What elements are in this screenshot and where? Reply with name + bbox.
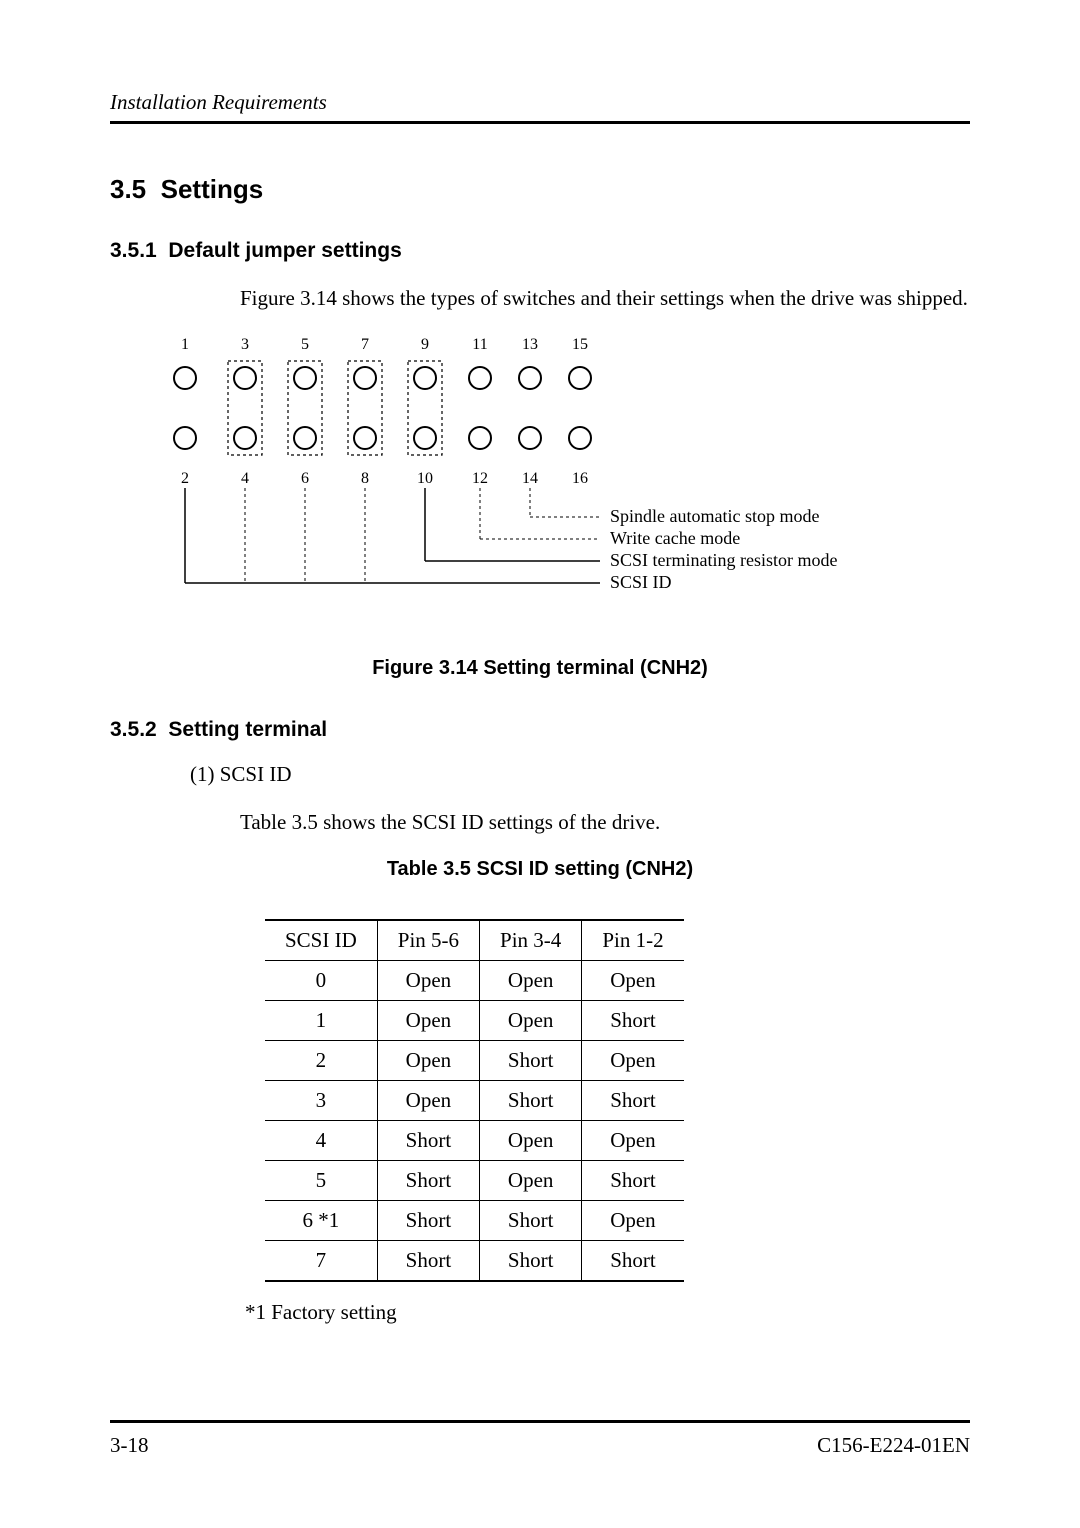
list-item: (1) SCSI ID (190, 762, 970, 787)
table-cell: Short (480, 1080, 582, 1120)
table-cell: Open (582, 1040, 684, 1080)
table-cell: Short (377, 1120, 479, 1160)
table-cell: Short (377, 1160, 479, 1200)
table-cell: 7 (265, 1240, 377, 1281)
subsection-title: Default jumper settings (168, 239, 401, 262)
pin-label: 12 (472, 470, 488, 487)
table-header-cell: Pin 1-2 (582, 920, 684, 961)
table-header-cell: Pin 3-4 (480, 920, 582, 961)
table-caption: Table 3.5 SCSI ID setting (CNH2) (110, 858, 970, 881)
pin-label: 2 (181, 470, 189, 487)
table-row: 5 Short Open Short (265, 1160, 684, 1200)
pin-label: 15 (572, 336, 588, 353)
table-cell: 1 (265, 1000, 377, 1040)
section-number: 3.5 (110, 174, 146, 204)
table-cell: 6 *1 (265, 1200, 377, 1240)
pin-label: 6 (301, 470, 309, 487)
table-row: 0 Open Open Open (265, 960, 684, 1000)
pin-label: 5 (301, 336, 309, 353)
table-cell: Open (582, 960, 684, 1000)
table-row: 2 Open Short Open (265, 1040, 684, 1080)
table-header-cell: SCSI ID (265, 920, 377, 961)
page-number: 3-18 (110, 1433, 149, 1458)
document-id: C156-E224-01EN (817, 1433, 970, 1458)
table-header-row: SCSI ID Pin 5-6 Pin 3-4 Pin 1-2 (265, 920, 684, 961)
callout-label: SCSI terminating resistor mode (610, 550, 837, 570)
subsection-number: 3.5.1 (110, 239, 157, 262)
page-footer: 3-18 C156-E224-01EN (110, 1420, 970, 1458)
table-cell: 5 (265, 1160, 377, 1200)
subsection-heading: 3.5.2 Setting terminal (110, 718, 970, 742)
section-title: Settings (161, 174, 264, 204)
pin-label: 16 (572, 470, 588, 487)
table-cell: Short (480, 1240, 582, 1281)
table-cell: 4 (265, 1120, 377, 1160)
table-header-cell: Pin 5-6 (377, 920, 479, 961)
table-cell: Short (582, 1000, 684, 1040)
table-3-5: SCSI ID Pin 5-6 Pin 3-4 Pin 1-2 0 Open O… (265, 919, 970, 1282)
pin-label: 1 (181, 336, 189, 353)
table-cell: Short (480, 1040, 582, 1080)
table-cell: Short (480, 1200, 582, 1240)
table-cell: Open (480, 1160, 582, 1200)
pin-label: 4 (241, 470, 249, 487)
pin-label: 8 (361, 470, 369, 487)
pin-label: 3 (241, 336, 249, 353)
table-cell: Open (377, 960, 479, 1000)
callout-label: Spindle automatic stop mode (610, 506, 819, 526)
table-row: 3 Open Short Short (265, 1080, 684, 1120)
table-cell: Short (582, 1080, 684, 1120)
table-cell: Open (480, 1120, 582, 1160)
paragraph: Figure 3.14 shows the types of switches … (240, 284, 970, 312)
table-cell: Short (377, 1240, 479, 1281)
table-row: 6 *1 Short Short Open (265, 1200, 684, 1240)
table-cell: Open (377, 1000, 479, 1040)
table-cell: 3 (265, 1080, 377, 1120)
pin-label: 10 (417, 470, 433, 487)
figure-3-14: 1 3 5 7 9 11 13 15 (170, 333, 950, 633)
running-head: Installation Requirements (110, 90, 970, 124)
subsection-heading: 3.5.1 Default jumper settings (110, 239, 970, 263)
table-cell: Open (582, 1200, 684, 1240)
table-row: 7 Short Short Short (265, 1240, 684, 1281)
setting-terminal-diagram: 1 3 5 7 9 11 13 15 (170, 333, 950, 633)
pin-label: 7 (361, 336, 369, 353)
table-row: 1 Open Open Short (265, 1000, 684, 1040)
pin-label: 9 (421, 336, 429, 353)
table-cell: 0 (265, 960, 377, 1000)
table-cell: 2 (265, 1040, 377, 1080)
figure-caption: Figure 3.14 Setting terminal (CNH2) (110, 657, 970, 680)
table-cell: Open (480, 960, 582, 1000)
table-footnote: *1 Factory setting (245, 1300, 970, 1325)
section-heading: 3.5 Settings (110, 174, 970, 205)
pin-label: 14 (522, 470, 538, 487)
scsi-id-table: SCSI ID Pin 5-6 Pin 3-4 Pin 1-2 0 Open O… (265, 919, 684, 1282)
pin-label: 13 (522, 336, 538, 353)
table-cell: Open (377, 1040, 479, 1080)
table-cell: Open (377, 1080, 479, 1120)
table-cell: Short (377, 1200, 479, 1240)
table-cell: Open (480, 1000, 582, 1040)
table-cell: Short (582, 1240, 684, 1281)
pin-label: 11 (472, 336, 487, 353)
table-row: 4 Short Open Open (265, 1120, 684, 1160)
table-cell: Open (582, 1120, 684, 1160)
subsection-number: 3.5.2 (110, 718, 157, 741)
subsection-title: Setting terminal (168, 718, 327, 741)
table-cell: Short (582, 1160, 684, 1200)
callout-label: SCSI ID (610, 572, 672, 592)
callout-label: Write cache mode (610, 528, 740, 548)
paragraph: Table 3.5 shows the SCSI ID settings of … (240, 808, 970, 836)
